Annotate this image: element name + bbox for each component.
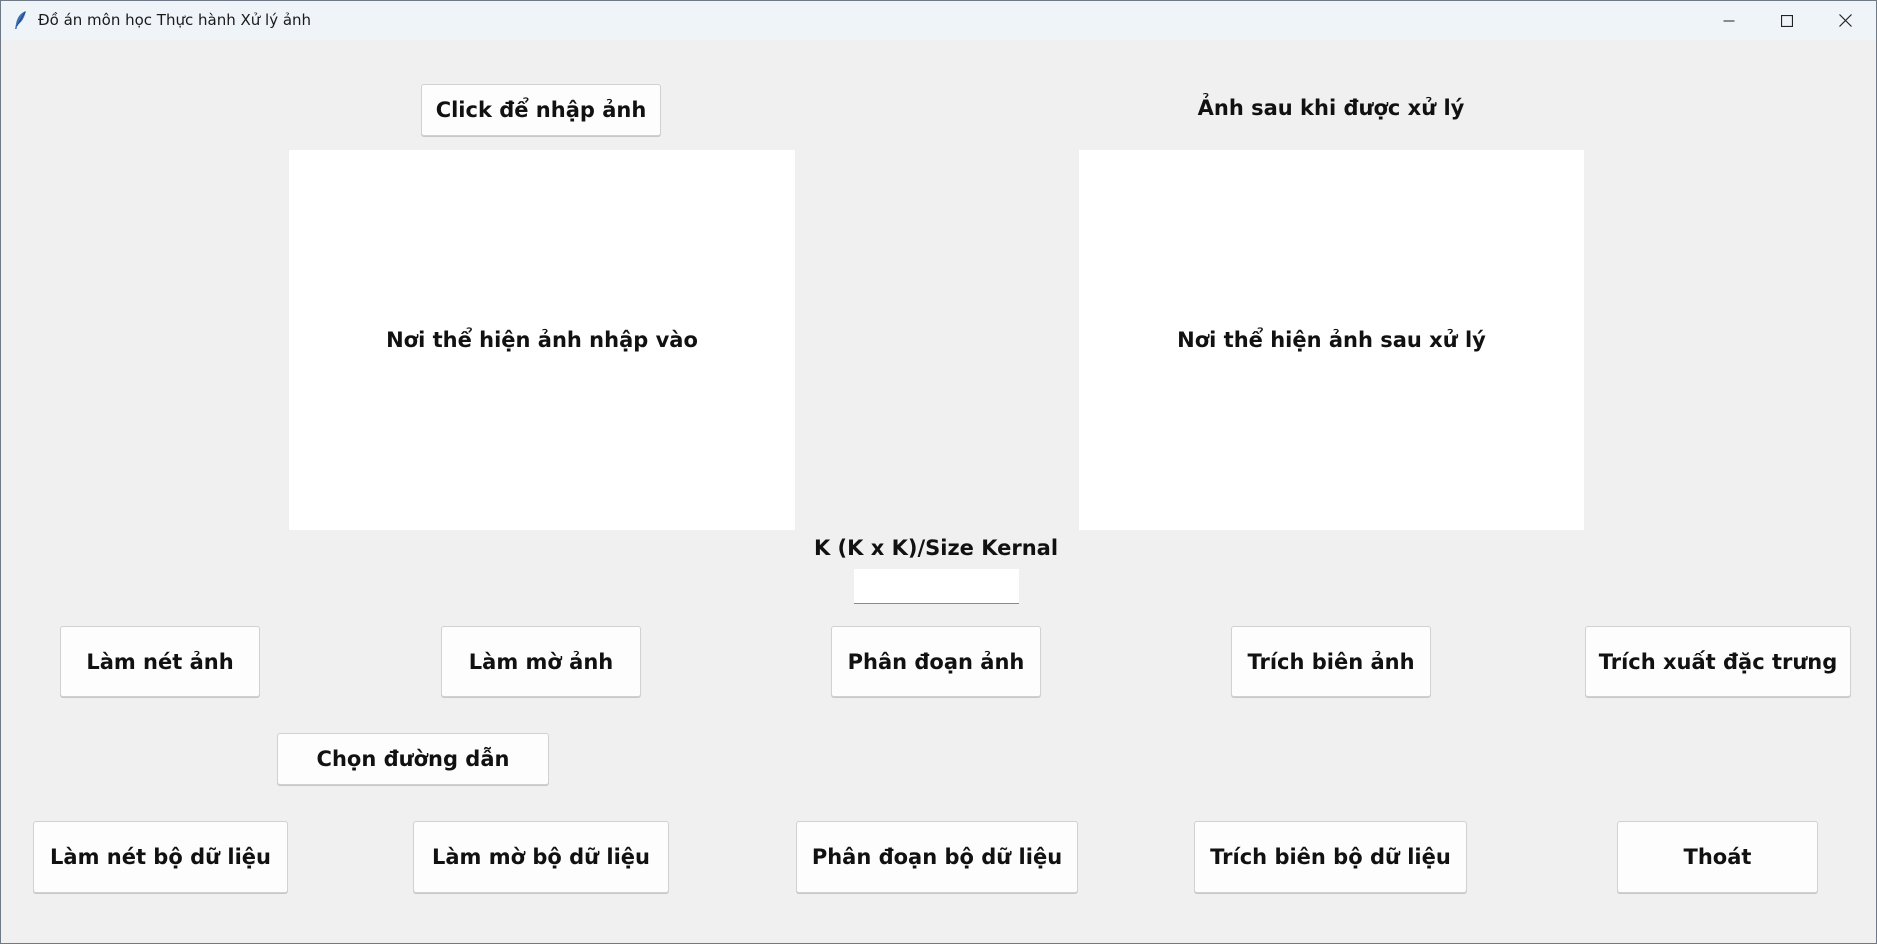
minimize-button[interactable] (1700, 1, 1758, 40)
input-panel-placeholder: Nơi thể hiện ảnh nhập vào (386, 328, 698, 352)
window-title: Đồ án môn học Thực hành Xử lý ảnh (38, 11, 312, 29)
title-bar[interactable]: Đồ án môn học Thực hành Xử lý ảnh (1, 1, 1876, 40)
output-panel-placeholder: Nơi thể hiện ảnh sau xử lý (1177, 328, 1486, 352)
choose-path-button[interactable]: Chọn đường dẫn (277, 733, 549, 785)
edge-detect-image-button[interactable]: Trích biên ảnh (1231, 626, 1431, 697)
close-button[interactable] (1816, 1, 1874, 40)
segment-image-button[interactable]: Phân đoạn ảnh (831, 626, 1041, 697)
blur-image-button[interactable]: Làm mờ ảnh (441, 626, 641, 697)
minimize-icon (1723, 15, 1735, 27)
maximize-icon (1781, 14, 1793, 27)
output-heading: Ảnh sau khi được xử lý (1197, 96, 1465, 120)
blur-dataset-button[interactable]: Làm mờ bộ dữ liệu (413, 821, 669, 893)
segment-dataset-button[interactable]: Phân đoạn bộ dữ liệu (796, 821, 1078, 893)
kernel-size-label: K (K x K)/Size Kernal (813, 536, 1059, 560)
import-image-button[interactable]: Click để nhập ảnh (421, 84, 661, 136)
sharpen-image-button[interactable]: Làm nét ảnh (60, 626, 260, 697)
maximize-button[interactable] (1758, 1, 1816, 40)
output-image-panel: Nơi thể hiện ảnh sau xử lý (1079, 150, 1584, 530)
sharpen-dataset-button[interactable]: Làm nét bộ dữ liệu (33, 821, 288, 893)
feather-icon (13, 10, 29, 30)
feature-extract-button[interactable]: Trích xuất đặc trưng (1585, 626, 1851, 697)
kernel-size-input[interactable] (854, 569, 1019, 604)
exit-button[interactable]: Thoát (1617, 821, 1818, 893)
close-icon (1838, 14, 1852, 27)
input-image-panel: Nơi thể hiện ảnh nhập vào (289, 150, 795, 530)
app-window: Đồ án môn học Thực hành Xử lý ảnh Click … (0, 0, 1877, 944)
edge-detect-dataset-button[interactable]: Trích biên bộ dữ liệu (1194, 821, 1467, 893)
